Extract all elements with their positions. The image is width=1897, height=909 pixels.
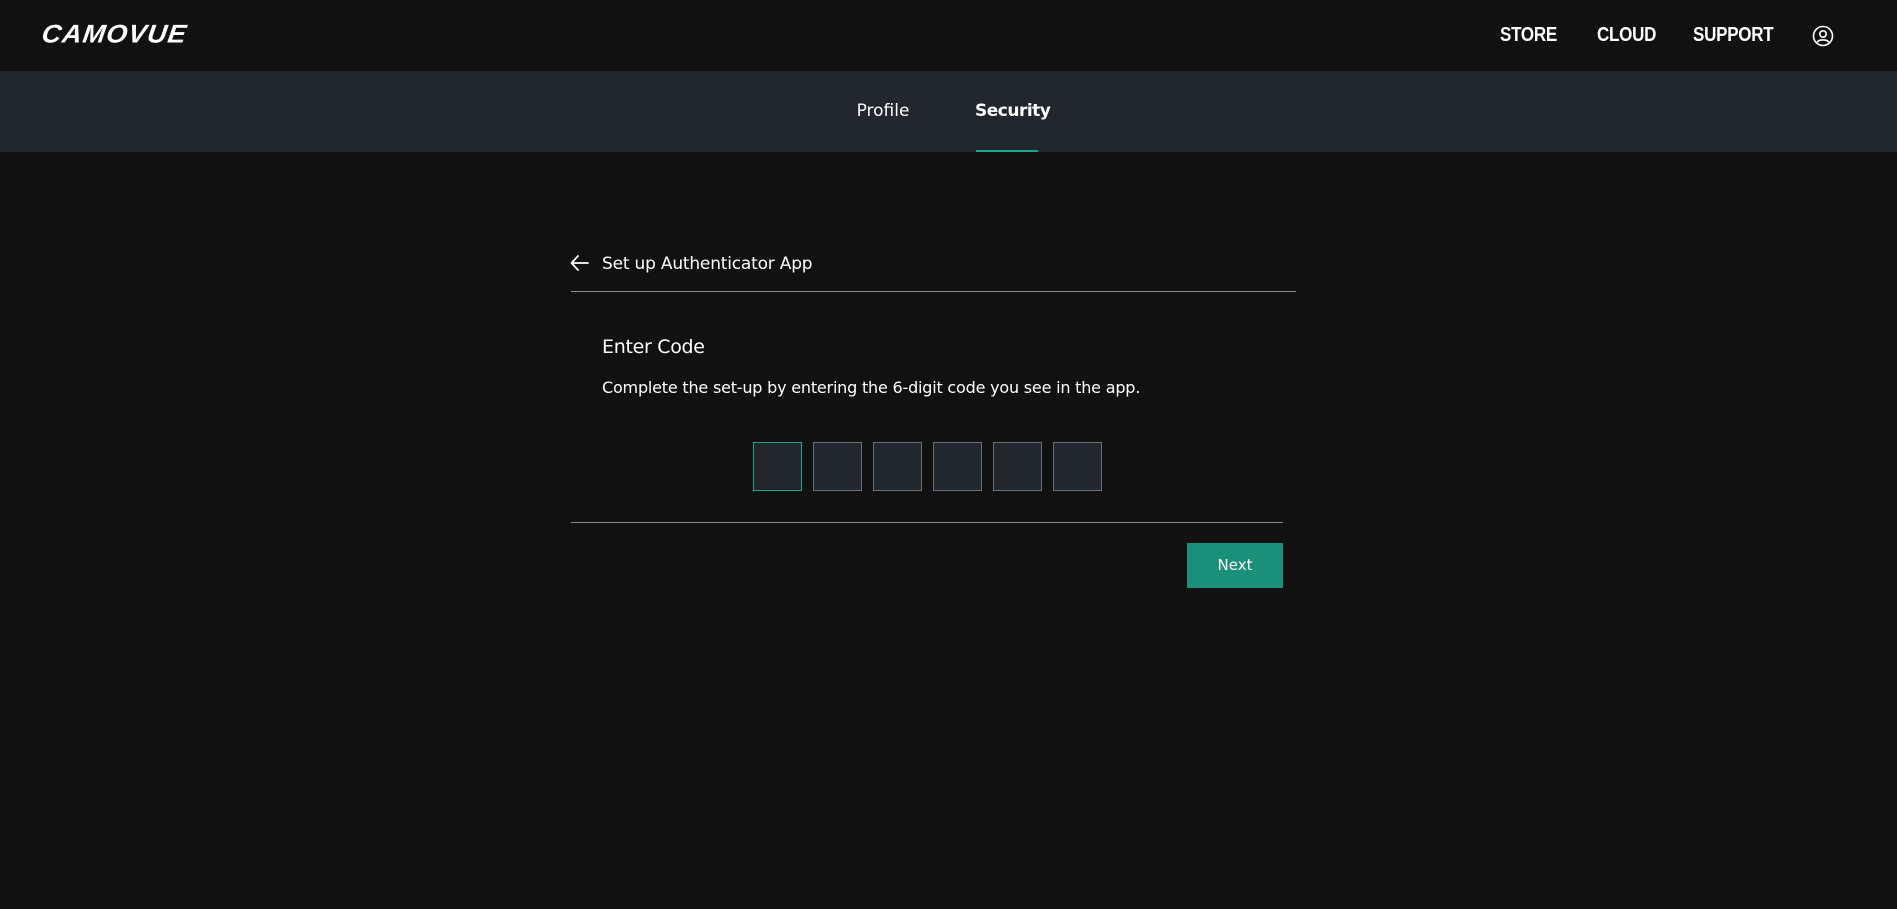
tab-profile[interactable]: Profile <box>855 71 911 152</box>
code-digit-6-input[interactable] <box>1053 442 1102 491</box>
active-tab-indicator <box>976 150 1038 152</box>
camovue-logo[interactable]: CAMOVUE <box>39 19 190 49</box>
user-circle-icon[interactable] <box>1812 25 1834 47</box>
nav-support-link[interactable]: SUPPORT <box>1693 22 1774 48</box>
page-title: Set up Authenticator App <box>602 254 813 274</box>
arrow-left-icon[interactable] <box>569 253 591 273</box>
code-digit-1-input[interactable] <box>753 442 802 491</box>
code-digit-4-input[interactable] <box>933 442 982 491</box>
logo-text: CAMOVUE <box>39 19 190 49</box>
tab-security[interactable]: Security <box>975 71 1051 152</box>
settings-tab-bar: Profile Security <box>0 71 1897 152</box>
code-digit-3-input[interactable] <box>873 442 922 491</box>
nav-cloud-link[interactable]: CLOUD <box>1597 22 1656 48</box>
nav-store-link[interactable]: STORE <box>1500 22 1557 48</box>
code-digit-5-input[interactable] <box>993 442 1042 491</box>
code-digit-2-input[interactable] <box>813 442 862 491</box>
section-description: Complete the set-up by entering the 6-di… <box>602 378 1141 397</box>
divider <box>571 291 1296 292</box>
next-button[interactable]: Next <box>1187 543 1283 588</box>
divider <box>571 522 1283 523</box>
section-title: Enter Code <box>602 336 705 358</box>
top-bar: CAMOVUE STORE CLOUD SUPPORT <box>0 0 1897 71</box>
